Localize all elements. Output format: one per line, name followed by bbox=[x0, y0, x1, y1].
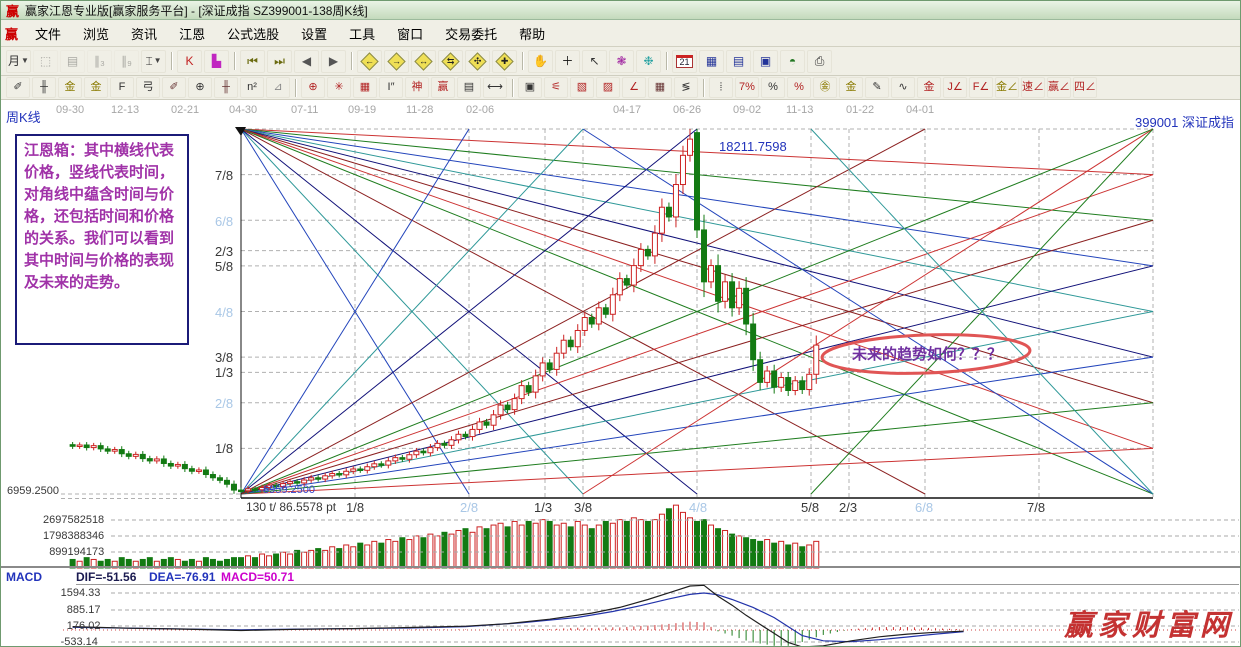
date-tick: 11-13 bbox=[786, 104, 813, 116]
macd-dif-value: DIF=-51.56 bbox=[76, 570, 136, 584]
time-fraction-label: 5/8 bbox=[801, 500, 819, 515]
app-window: 赢 赢家江恩专业版[赢家服务平台] - [深证成指 SZ399001-138周K… bbox=[0, 0, 1241, 647]
date-tick: 02-21 bbox=[171, 104, 199, 116]
symbol-label: 399001 深证成指 bbox=[1135, 112, 1234, 131]
time-fraction-label: 6/8 bbox=[915, 500, 933, 515]
time-fraction-label: 2/8 bbox=[460, 500, 478, 515]
price-fraction-label: 2/8 bbox=[215, 396, 233, 411]
date-tick: 09-30 bbox=[56, 104, 84, 116]
date-tick: 12-13 bbox=[111, 104, 139, 116]
date-tick: 09-19 bbox=[348, 104, 376, 116]
price-fraction-label: 1/3 bbox=[215, 365, 233, 380]
volume-scale-label: 899194173 bbox=[49, 546, 104, 558]
low-price-label: 6959.2500 bbox=[7, 485, 59, 497]
gann-box-info: 130 t/ 86.5578 pt bbox=[246, 500, 336, 514]
volume-scale-label: 1798388346 bbox=[43, 530, 104, 542]
pane-label: 周K线 bbox=[6, 107, 41, 126]
macd-scale-label: 176.02 bbox=[67, 620, 101, 632]
time-fraction-label: 4/8 bbox=[689, 500, 707, 515]
price-fraction-label: 6/8 bbox=[215, 214, 233, 229]
date-tick: 02-06 bbox=[466, 104, 494, 116]
macd-lines bbox=[63, 585, 1239, 647]
time-fraction-label: 7/8 bbox=[1027, 500, 1045, 515]
peak-price-label: 18211.7598 bbox=[719, 139, 787, 154]
trend-question-text[interactable]: 未来的趋势如何？？？ bbox=[829, 343, 1025, 364]
time-fraction-label: 3/8 bbox=[574, 500, 592, 515]
macd-pane-title[interactable]: MACD bbox=[6, 570, 42, 584]
date-tick: 07-11 bbox=[291, 104, 318, 116]
price-fraction-label: 1/8 bbox=[215, 441, 233, 456]
price-fraction-label: 5/8 bbox=[215, 259, 233, 274]
time-fraction-label: 1/8 bbox=[346, 500, 364, 515]
time-fraction-label: 2/3 bbox=[839, 500, 857, 515]
price-fraction-label: 7/8 bbox=[215, 168, 233, 183]
date-tick: 04-17 bbox=[613, 104, 641, 116]
volume-scale-label: 2697582518 bbox=[43, 514, 104, 526]
price-fraction-label: 3/8 bbox=[215, 350, 233, 365]
date-tick: 09-02 bbox=[733, 104, 761, 116]
watermark: 赢家财富网 bbox=[1064, 602, 1234, 644]
date-tick: 04-30 bbox=[229, 104, 257, 116]
macd-macd-value: MACD=50.71 bbox=[221, 570, 294, 584]
date-tick: 06-26 bbox=[673, 104, 701, 116]
price-fraction-label: 2/3 bbox=[215, 244, 233, 259]
macd-dea-value: DEA=-76.91 bbox=[149, 570, 215, 584]
price-fraction-label: 4/8 bbox=[215, 305, 233, 320]
date-tick: 01-22 bbox=[846, 104, 874, 116]
date-tick: 04-01 bbox=[906, 104, 934, 116]
macd-scale-label: -533.14 bbox=[61, 636, 98, 647]
time-fraction-label: 1/3 bbox=[534, 500, 552, 515]
macd-scale-label: 885.17 bbox=[67, 604, 101, 616]
macd-scale-label: 1594.33 bbox=[61, 587, 101, 599]
gann-note-box[interactable]: 江恩箱：其中横线代表价格，竖线代表时间，对角线中蕴含时间与价格，还包括时间和价格… bbox=[15, 134, 189, 345]
origin-price-label: 6959.2500 bbox=[263, 484, 315, 496]
date-tick: 11-28 bbox=[406, 104, 433, 116]
